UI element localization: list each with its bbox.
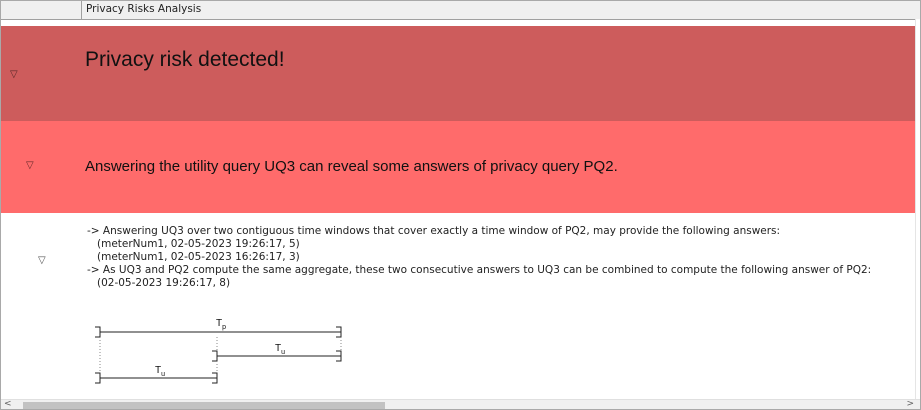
privacy-risks-panel: Privacy Risks Analysis Privacy risk dete… [0,0,921,410]
column-header: Privacy Risks Analysis [1,1,920,20]
answer-item: (meterNum1, 02-05-2023 16:26:17, 3) [97,251,300,263]
vertical-edge [915,19,920,399]
detail-line-1: -> Answering UQ3 over two contiguous tim… [87,225,781,237]
tu-label-sub: u [281,349,285,356]
risk-summary: Answering the utility query UQ3 can reve… [85,158,618,175]
detail-line-2: -> As UQ3 and PQ2 compute the same aggre… [87,264,872,276]
panel-title: Privacy Risks Analysis [86,3,202,15]
risk-summary-row: Answering the utility query UQ3 can reve… [1,121,920,213]
horizontal-scrollbar[interactable]: < > [1,399,920,409]
chevron-left-icon[interactable]: < [4,399,12,409]
chevron-right-icon[interactable]: > [906,399,914,409]
collapse-toggle-icon[interactable]: ▽ [26,161,34,171]
svg-text:Tu: Tu [275,343,285,356]
header-gutter [1,1,82,19]
tu-start-bracket [95,372,101,384]
time-window-diagram: Tp Tu Tu [95,318,342,384]
combined-answer: (02-05-2023 19:26:17, 8) [97,277,231,289]
tu-label-sub: u [161,371,165,378]
answer-item: (meterNum1, 02-05-2023 19:26:17, 5) [97,238,300,250]
tp-label-sub: p [222,324,226,331]
collapse-toggle-icon[interactable]: ▽ [10,70,18,80]
risk-details: -> Answering UQ3 over two contiguous tim… [87,225,871,290]
tu-start-bracket [212,350,218,362]
collapse-toggle-icon[interactable]: ▽ [38,256,46,266]
svg-text:Tp: Tp [216,318,226,331]
risk-heading-row: Privacy risk detected! [1,26,920,121]
tp-start-bracket [95,326,101,338]
risk-heading: Privacy risk detected! [85,48,285,71]
scrollbar-thumb[interactable] [23,402,385,409]
svg-text:Tu: Tu [155,365,165,378]
